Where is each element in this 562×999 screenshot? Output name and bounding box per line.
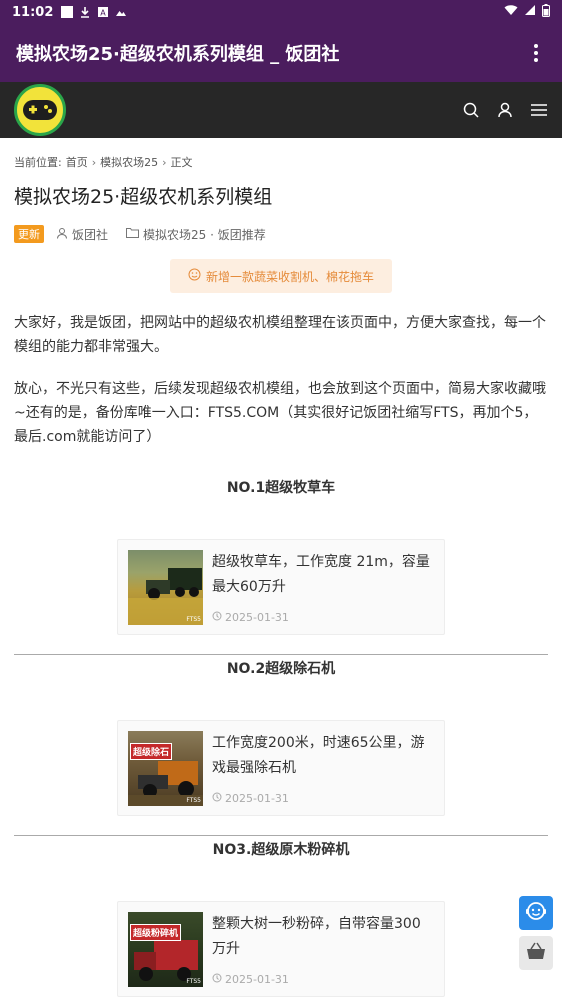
menu-icon[interactable] [530,101,548,119]
article-meta: 更新 饭团社 模拟农场25 · 饭团推荐 [14,225,548,243]
support-face-icon [525,900,547,926]
section-divider [14,835,548,836]
app-title: 模拟农场25·超级农机系列模组 _ 饭团社 [16,44,340,65]
thumbnail-label: 超级除石 [130,743,173,760]
wifi-icon [504,4,518,20]
user-icon [56,227,68,242]
mod-thumbnail: FTS5 [128,550,203,625]
chevron-right-icon: › [91,155,97,169]
dot-icon [534,44,538,48]
shop-basket-button[interactable] [519,936,553,970]
user-icon[interactable] [496,101,514,119]
breadcrumb-home[interactable]: 首页 [66,154,88,170]
notification-square-icon [61,6,74,18]
date-text: 2025-01-31 [225,973,289,986]
dot-icon [534,51,538,55]
section-heading: NO.1超级牧草车 [226,480,336,496]
mod-date: 2025-01-31 [212,973,434,986]
smile-icon [188,268,201,284]
clock-icon [212,611,222,624]
category-link[interactable]: 模拟农场25 · 饭团推荐 [126,226,266,243]
update-badge: 更新 [14,225,44,243]
clock-icon [212,792,222,805]
site-header [0,82,562,138]
page-title: 模拟农场25·超级农机系列模组 [14,186,273,208]
mod-date: 2025-01-31 [212,792,434,805]
mod-thumbnail: 超级除石 FTS5 [128,731,203,806]
date-text: 2025-01-31 [225,611,289,624]
status-time: 11:02 [12,4,54,20]
intro-paragraph: 大家好，我是饭团，把网站中的超级农机模组整理在该页面中，方便大家查找，每一个模组… [14,315,546,355]
basket-icon [526,942,546,964]
article-content: 当前位置: 首页 › 模拟农场25 › 正文 模拟农场25·超级农机系列模组 更… [14,138,548,999]
floating-actions [519,896,553,970]
section-heading: NO.2超级除石机 [226,661,336,677]
watermark-text: FTS5 [186,797,201,804]
chevron-right-icon: › [162,155,167,169]
signal-icon [524,4,536,20]
section-divider [14,654,548,655]
search-icon[interactable] [462,101,480,119]
mod-description: 超级牧草车，工作宽度 21m，容量最大60万升 [212,554,430,595]
author-name: 饭团社 [72,227,109,242]
mod-card[interactable]: 超级粉碎机 FTS5 整颗大树一秒粉碎，自带容量300万升 2025-01-31 [117,901,445,997]
mod-card[interactable]: 超级除石 FTS5 工作宽度200米，时速65公里，游戏最强除石机 2025-0… [117,720,445,816]
folder-icon [126,227,140,241]
app-bar: 模拟农场25·超级农机系列模组 _ 饭团社 [0,24,562,82]
mod-description: 工作宽度200米，时速65公里，游戏最强除石机 [212,735,425,776]
image-icon [115,6,127,18]
mod-thumbnail: 超级粉碎机 FTS5 [128,912,203,987]
app-a-icon: A [97,6,109,18]
more-options-button[interactable] [524,41,548,65]
date-text: 2025-01-31 [225,792,289,805]
breadcrumb-category[interactable]: 模拟农场25 [100,154,158,170]
dot-icon [534,58,538,62]
watermark-text: FTS5 [186,616,201,623]
category-text: 模拟农场25 · 饭团推荐 [143,227,266,242]
breadcrumb-current: 正文 [170,156,193,169]
download-icon [79,6,91,18]
update-notice: 新增一款蔬菜收割机、棉花拖车 [170,259,392,293]
backup-paragraph: 放心，不光只有这些，后续发现超级农机模组，也会放到这个页面中，简易大家收藏哦~还… [14,381,546,445]
notice-text: 新增一款蔬菜收割机、棉花拖车 [205,269,374,284]
site-logo[interactable] [14,84,66,136]
section-heading: NO3.超级原木粉碎机 [212,842,350,858]
status-bar: 11:02 A [0,0,562,24]
svg-text:A: A [101,9,107,18]
author[interactable]: 饭团社 [56,226,108,243]
breadcrumb: 当前位置: 首页 › 模拟农场25 › 正文 [14,154,548,170]
watermark-text: FTS5 [186,978,201,985]
clock-icon [212,973,222,986]
mod-card[interactable]: FTS5 超级牧草车，工作宽度 21m，容量最大60万升 2025-01-31 [117,539,445,635]
customer-service-button[interactable] [519,896,553,930]
mod-date: 2025-01-31 [212,611,434,624]
thumbnail-label: 超级粉碎机 [130,924,182,941]
breadcrumb-prefix: 当前位置: [14,156,62,169]
battery-icon [542,3,550,21]
mod-description: 整颗大树一秒粉碎，自带容量300万升 [212,916,421,957]
